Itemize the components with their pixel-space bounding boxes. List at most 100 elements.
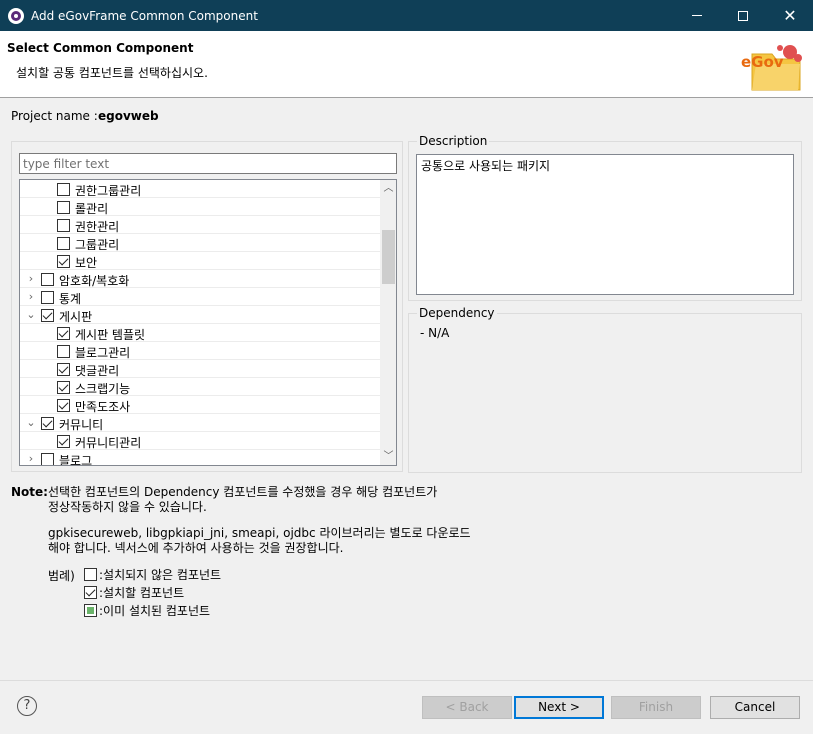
unchecked-checkbox[interactable] (41, 291, 54, 304)
egov-logo: eGov (741, 45, 802, 91)
tree-item-label: 스크랩기능 (75, 382, 131, 396)
tree-item[interactable]: › 블로그 (20, 450, 380, 466)
dependency-label: Dependency (417, 306, 497, 320)
eclipse-app-icon (8, 7, 24, 24)
checked-checkbox[interactable] (41, 417, 54, 430)
checked-checkbox[interactable] (57, 399, 70, 412)
cancel-button[interactable]: Cancel (710, 696, 800, 719)
tree-scrollbar[interactable]: ︿ ﹀ (380, 180, 396, 465)
wizard-title: Select Common Component (7, 41, 194, 55)
maximize-button[interactable] (720, 0, 766, 31)
checked-checkbox[interactable] (57, 363, 70, 376)
collapse-arrow-icon[interactable]: ⌄ (25, 415, 37, 431)
tree-item[interactable]: › 암호화/복호화 (20, 270, 380, 288)
tree-item-label: 게시판 템플릿 (75, 328, 146, 342)
tree-item[interactable]: 블로그관리 (20, 342, 380, 360)
tree-item[interactable]: 게시판 템플릿 (20, 324, 380, 342)
note-line: gpkisecureweb, libgpkiapi_jni, smeapi, o… (48, 526, 471, 540)
button-bar-separator (0, 680, 813, 681)
legend-label: :설치되지 않은 컴포넌트 (99, 567, 222, 582)
dependency-group (408, 313, 802, 473)
tree-item-label: 통계 (59, 292, 82, 306)
description-label: Description (417, 134, 490, 148)
maximize-icon (738, 10, 748, 21)
checked-checkbox[interactable] (57, 327, 70, 340)
note-text: 선택한 컴포넌트의 Dependency 컴포넌트를 수정했을 경우 해당 컴포… (48, 485, 437, 515)
tree-item-label: 롤관리 (75, 202, 109, 216)
tree-item-label: 블로그관리 (75, 346, 131, 360)
tree-item[interactable]: 보안 (20, 252, 380, 270)
note-line: 정상작동하지 않을 수 있습니다. (48, 500, 207, 514)
unchecked-checkbox[interactable] (57, 345, 70, 358)
checked-checkbox[interactable] (57, 255, 70, 268)
dependency-text: - N/A (420, 326, 450, 340)
tree-item-label: 그룹관리 (75, 238, 120, 252)
note-line: 해야 합니다. 넥서스에 추가하여 사용하는 것을 권장합니다. (48, 541, 344, 555)
expand-arrow-icon[interactable]: › (25, 289, 37, 305)
tree-item[interactable]: 댓글관리 (20, 360, 380, 378)
tree-item-label: 암호화/복호화 (59, 274, 130, 288)
help-icon[interactable]: ? (17, 696, 37, 716)
minimize-icon (692, 15, 702, 16)
unchecked-checkbox[interactable] (57, 183, 70, 196)
back-button[interactable]: < Back (422, 696, 512, 719)
scroll-down-icon[interactable]: ﹀ (380, 448, 396, 465)
legend-item-installed: :이미 설치된 컴포넌트 (84, 601, 210, 619)
expand-arrow-icon[interactable]: › (25, 271, 37, 287)
unchecked-checkbox[interactable] (57, 237, 70, 250)
legend-item-to-install: :설치할 컴포넌트 (84, 583, 184, 601)
tree-item-label: 댓글관리 (75, 364, 120, 378)
unchecked-checkbox[interactable] (41, 273, 54, 286)
wizard-subtitle: 설치할 공통 컴포넌트를 선택하십시오. (16, 66, 208, 80)
tree-item[interactable]: 권한관리 (20, 216, 380, 234)
minimize-button[interactable] (674, 0, 720, 31)
expand-arrow-icon[interactable]: › (25, 451, 37, 465)
close-button[interactable]: ✕ (767, 0, 813, 31)
tree-item[interactable]: ⌄ 커뮤니티 (20, 414, 380, 432)
next-button[interactable]: Next > (514, 696, 604, 719)
component-tree[interactable]: 권한그룹관리롤관리권한관리그룹관리보안 › 암호화/복호화 › 통계 ⌄ 게시판게시판 템플… (19, 179, 397, 466)
project-name-label: Project name : (11, 109, 98, 123)
description-text[interactable]: 공통으로 사용되는 패키지 (416, 154, 794, 295)
close-icon: ✕ (783, 5, 797, 25)
tree-item-label: 만족도조사 (75, 400, 131, 414)
scroll-up-icon[interactable]: ︿ (380, 180, 396, 197)
tree-item[interactable]: 권한그룹관리 (20, 180, 380, 198)
project-name-value: egovweb (98, 109, 159, 123)
tree-item-label: 권한그룹관리 (75, 184, 142, 198)
tree-item-label: 커뮤니티 (59, 418, 104, 432)
collapse-arrow-icon[interactable]: ⌄ (25, 307, 37, 323)
tree-item-label: 게시판 (59, 310, 93, 324)
tree-item[interactable]: ⌄ 게시판 (20, 306, 380, 324)
tree-item[interactable]: › 통계 (20, 288, 380, 306)
svg-text:eGov: eGov (741, 53, 784, 71)
tree-item[interactable]: 커뮤니티관리 (20, 432, 380, 450)
unchecked-box-icon (84, 567, 97, 581)
installed-box-icon (84, 603, 97, 617)
checked-box-icon (84, 585, 97, 599)
tree-item[interactable]: 롤관리 (20, 198, 380, 216)
tree-item-label: 커뮤니티관리 (75, 436, 142, 450)
scroll-thumb[interactable] (382, 230, 395, 284)
tree-item[interactable]: 스크랩기능 (20, 378, 380, 396)
tree-item-label: 보안 (75, 256, 98, 270)
window-title: Add eGovFrame Common Component (31, 8, 258, 23)
checked-checkbox[interactable] (41, 309, 54, 322)
tree-item[interactable]: 만족도조사 (20, 396, 380, 414)
legend-title: 범례) (48, 569, 75, 583)
note-line: 선택한 컴포넌트의 Dependency 컴포넌트를 수정했을 경우 해당 컴포… (48, 485, 438, 499)
unchecked-checkbox[interactable] (57, 219, 70, 232)
checked-checkbox[interactable] (57, 435, 70, 448)
finish-button[interactable]: Finish (611, 696, 701, 719)
tree-item[interactable]: 그룹관리 (20, 234, 380, 252)
legend-label: :이미 설치된 컴포넌트 (99, 603, 211, 618)
note-text-libraries: gpkisecureweb, libgpkiapi_jni, smeapi, o… (48, 526, 471, 556)
filter-input[interactable] (19, 153, 397, 174)
unchecked-checkbox[interactable] (41, 453, 54, 465)
legend-label: :설치할 컴포넌트 (99, 585, 185, 600)
unchecked-checkbox[interactable] (57, 201, 70, 214)
tree-item-label: 권한관리 (75, 220, 120, 234)
note-label: Note: (11, 485, 48, 499)
tree-item-label: 블로그 (59, 454, 93, 466)
checked-checkbox[interactable] (57, 381, 70, 394)
